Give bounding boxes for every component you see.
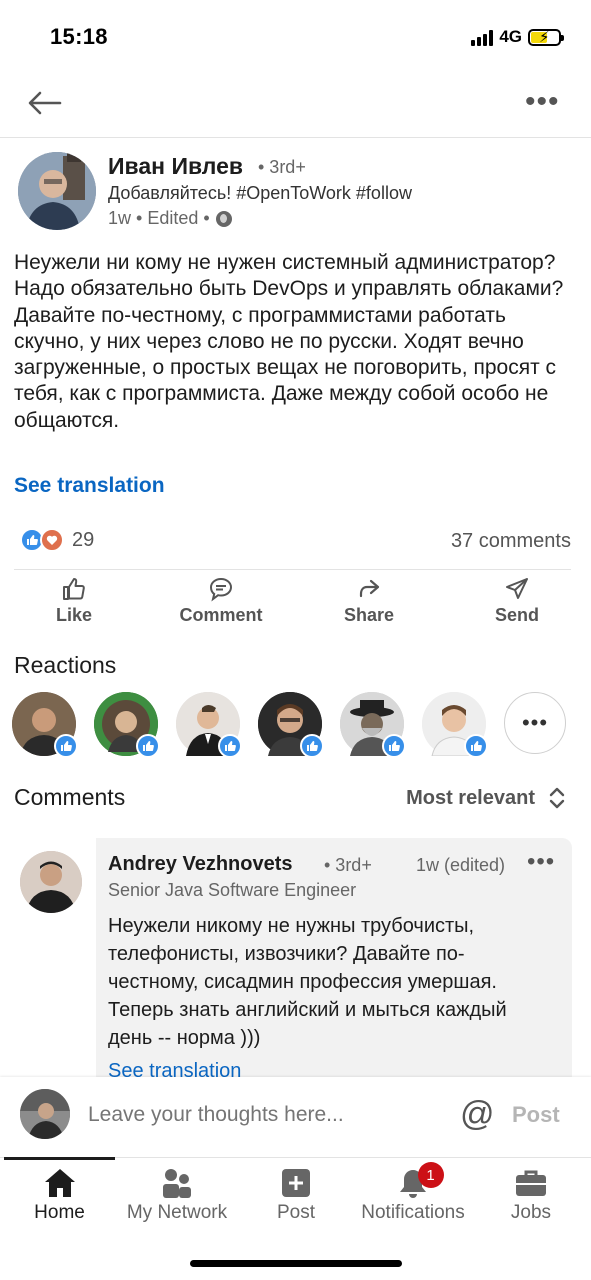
author-avatar[interactable] <box>18 152 96 230</box>
like-icon <box>14 575 134 603</box>
share-label: Share <box>343 605 395 625</box>
comment-button[interactable]: Comment <box>161 575 281 635</box>
send-button[interactable]: Send <box>457 575 577 635</box>
comment-icon <box>161 575 281 603</box>
home-icon <box>4 1166 115 1200</box>
comment-time: 1w (edited) <box>416 855 506 875</box>
like-badge-icon <box>464 734 488 758</box>
tab-my-network[interactable]: My Network <box>118 1166 236 1230</box>
send-label: Send <box>494 605 539 625</box>
sort-label: Most relevant <box>406 786 535 809</box>
reactor-avatar[interactable] <box>94 692 160 758</box>
post-comment-button[interactable]: Post <box>512 1102 560 1128</box>
my-avatar <box>20 1089 70 1139</box>
bell-icon: 1 <box>356 1162 470 1200</box>
post-time: 1w • Edited • <box>108 208 210 228</box>
sort-chevron-icon <box>549 787 565 809</box>
share-button[interactable]: Share <box>309 575 429 635</box>
author-name[interactable]: Иван Ивлев <box>108 153 243 180</box>
divider <box>14 569 571 570</box>
comment-count[interactable]: 37 comments <box>451 530 571 553</box>
mention-at-icon[interactable]: @ <box>460 1095 495 1134</box>
back-arrow-icon[interactable] <box>24 84 64 124</box>
like-badge-icon <box>382 734 406 758</box>
reactions-heading: Reactions <box>14 652 117 678</box>
reactor-list: ••• <box>12 692 582 758</box>
tab-jobs[interactable]: Jobs <box>486 1166 576 1230</box>
like-badge-icon <box>136 734 160 758</box>
commenter-headline: Senior Java Software Engineer <box>108 880 357 900</box>
tab-post-label: Post <box>276 1202 316 1223</box>
tab-home-label: Home <box>34 1202 85 1223</box>
home-indicator <box>190 1260 402 1267</box>
commenter-name[interactable]: Andrey Vezhnovets <box>108 853 293 876</box>
reaction-count: 29 <box>72 528 95 551</box>
status-bar: 15:18 4G ⚡ <box>0 0 591 70</box>
reactor-avatar[interactable] <box>258 692 324 758</box>
post-actions: Like Comment Share Send <box>0 575 591 635</box>
see-translation-link[interactable]: See translation <box>14 474 165 498</box>
more-reactors-button[interactable]: ••• <box>504 692 566 754</box>
battery-icon: ⚡ <box>528 28 564 46</box>
like-badge-icon <box>218 734 242 758</box>
comment-input[interactable] <box>88 1103 438 1127</box>
post-plus-icon <box>248 1166 344 1200</box>
reactor-avatar[interactable] <box>12 692 78 758</box>
tab-my-network-label: My Network <box>126 1202 228 1223</box>
commenter-avatar[interactable] <box>20 851 82 913</box>
more-options-icon[interactable]: ••• <box>525 87 565 117</box>
commenter-degree: • 3rd+ <box>324 855 372 875</box>
comments-heading: Comments <box>14 784 126 810</box>
reaction-summary[interactable]: 29 <box>20 528 94 552</box>
like-button[interactable]: Like <box>14 575 134 635</box>
like-badge-icon <box>300 734 324 758</box>
my-network-icon <box>118 1166 236 1200</box>
status-time: 15:18 <box>50 24 108 49</box>
reactor-avatar[interactable] <box>176 692 242 758</box>
globe-icon <box>215 210 232 227</box>
connection-degree: • 3rd+ <box>258 157 306 177</box>
love-reaction-icon <box>40 528 64 552</box>
briefcase-icon <box>486 1166 576 1200</box>
signal-icon <box>471 28 494 46</box>
like-label: Like <box>55 605 93 625</box>
send-icon <box>457 575 577 603</box>
comment-label: Comment <box>179 605 263 625</box>
tab-home[interactable]: Home <box>4 1166 115 1230</box>
post-meta: 1w • Edited • <box>108 208 232 229</box>
tab-jobs-label: Jobs <box>510 1202 552 1223</box>
sort-dropdown[interactable]: Most relevant <box>406 786 565 810</box>
post-body: Неужели ни кому не нужен системный админ… <box>14 251 564 432</box>
tab-notifications[interactable]: 1 Notifications <box>356 1162 470 1230</box>
like-badge-icon <box>54 734 78 758</box>
comment-composer: @ Post <box>0 1077 591 1157</box>
comment-body: Неужели никому не нужны трубочисты, теле… <box>108 915 507 1049</box>
share-icon <box>309 575 429 603</box>
reactor-avatar[interactable] <box>340 692 406 758</box>
notification-badge: 1 <box>417 1162 444 1188</box>
top-nav: ••• <box>0 70 591 138</box>
tab-post[interactable]: Post <box>248 1166 344 1230</box>
comment-more-icon[interactable]: ••• <box>527 848 555 876</box>
reactor-avatar[interactable] <box>422 692 488 758</box>
active-tab-indicator <box>4 1157 115 1160</box>
network-label: 4G <box>499 27 522 46</box>
tab-notifications-label: Notifications <box>361 1202 465 1223</box>
status-indicators: 4G ⚡ <box>471 27 564 47</box>
author-headline: Добавляйтесь! #OpenToWork #follow <box>108 183 412 203</box>
